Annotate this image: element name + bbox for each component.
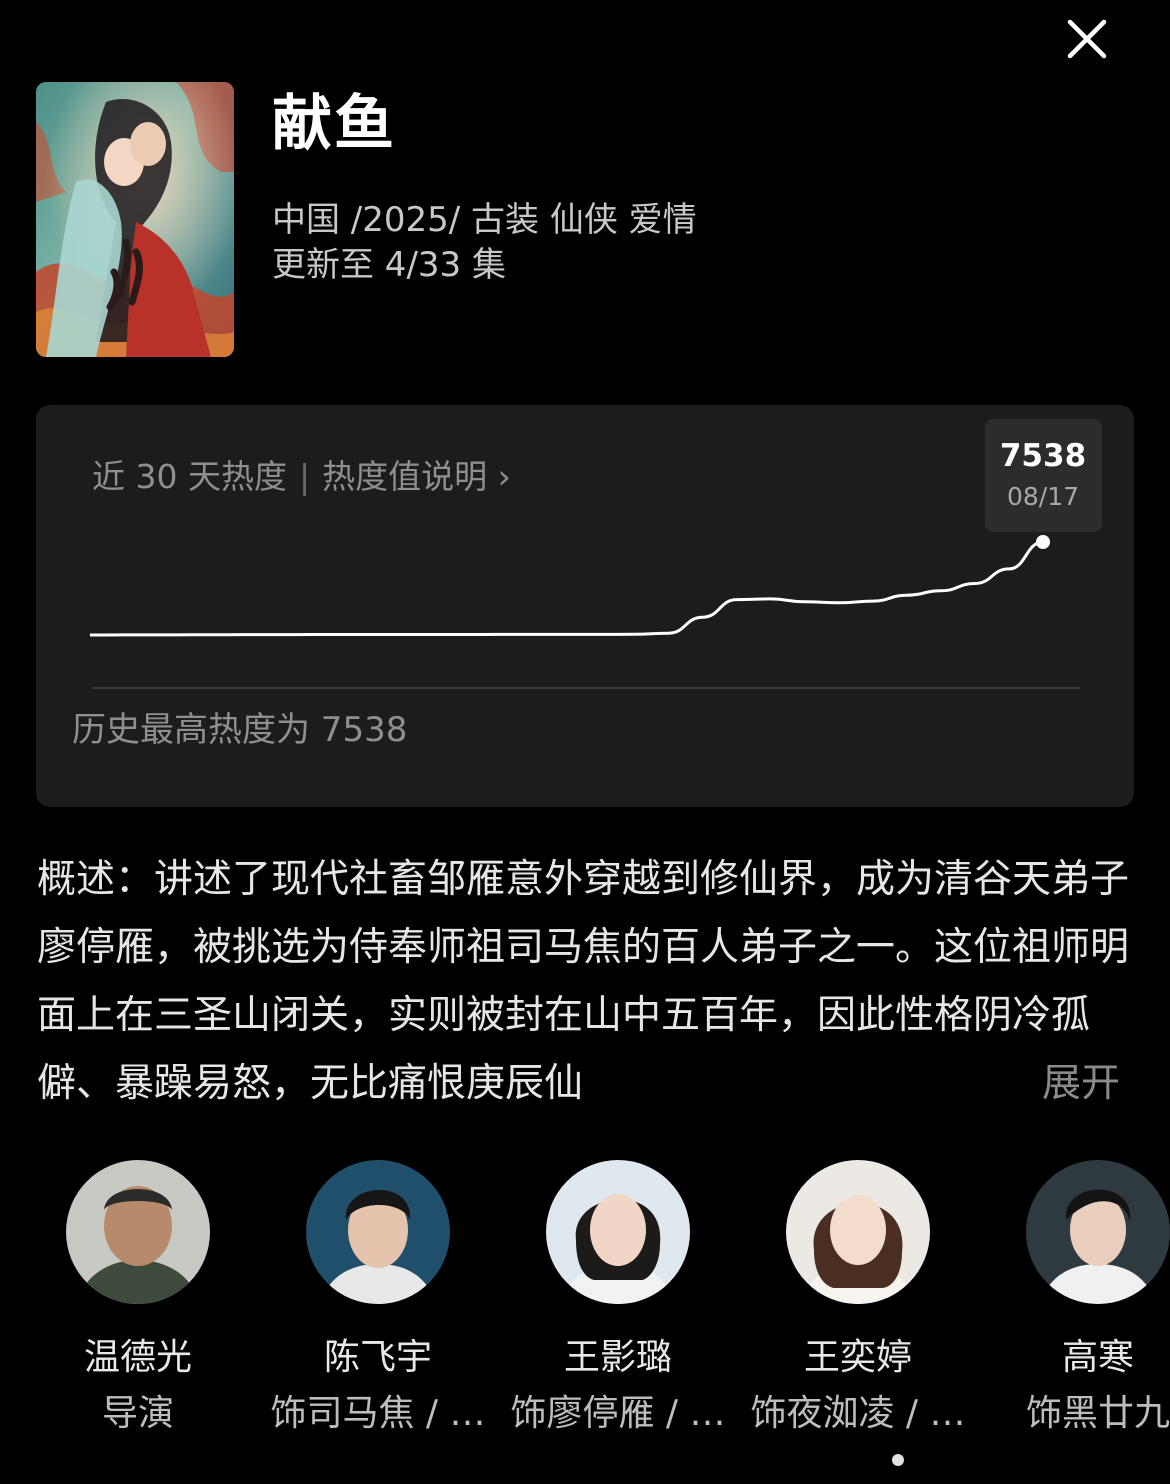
cast-member-director[interactable]: 温德光 导演 bbox=[18, 1160, 258, 1436]
avatar bbox=[546, 1160, 690, 1304]
heat-trend-card: 7538 08/17 近 30 天热度 | 热度值说明 › 历史最高热度为 7538 bbox=[36, 405, 1134, 807]
episode-progress: 更新至 4/33 集 bbox=[272, 245, 506, 285]
cast-member-5[interactable]: 高寒 饰黑廿九 bbox=[978, 1160, 1170, 1436]
cast-member-2[interactable]: 陈飞宇 饰司马焦 / … bbox=[258, 1160, 498, 1436]
cast-name: 王奕婷 bbox=[803, 1337, 912, 1378]
cast-list: 温德光 导演 陈飞宇 饰司马焦 / … 王影璐 饰廖停雁 / … 王奕婷 饰夜洳… bbox=[0, 1160, 1170, 1460]
cast-role: 饰夜洳凌 / … bbox=[750, 1393, 966, 1434]
cast-name: 王影璐 bbox=[563, 1337, 672, 1378]
cast-name: 温德光 bbox=[83, 1337, 192, 1378]
close-icon[interactable] bbox=[1058, 14, 1114, 70]
avatar bbox=[306, 1160, 450, 1304]
peak-point[interactable] bbox=[1036, 535, 1050, 549]
poster-image bbox=[36, 82, 234, 357]
cast-role: 导演 bbox=[101, 1393, 174, 1434]
page-indicator-dot bbox=[892, 1454, 904, 1466]
heat-header: 近 30 天热度 | 热度值说明 › bbox=[92, 457, 511, 497]
heat-info-link[interactable]: 热度值说明 › bbox=[322, 457, 511, 496]
header-separator: | bbox=[298, 457, 311, 496]
show-title: 献鱼 bbox=[272, 89, 396, 159]
avatar bbox=[66, 1160, 210, 1304]
cast-member-4[interactable]: 王奕婷 饰夜洳凌 / … bbox=[738, 1160, 978, 1436]
show-info-line: 中国 /2025/ 古装 仙侠 爱情 bbox=[272, 200, 697, 240]
cast-role: 饰司马焦 / … bbox=[270, 1393, 486, 1434]
avatar bbox=[1026, 1160, 1170, 1304]
heat-period-label: 近 30 天热度 bbox=[92, 457, 287, 496]
cast-name: 高寒 bbox=[1061, 1337, 1134, 1378]
cast-role: 饰廖停雁 / … bbox=[510, 1393, 726, 1434]
avatar bbox=[786, 1160, 930, 1304]
history-peak-note: 历史最高热度为 7538 bbox=[72, 710, 408, 750]
peak-tooltip bbox=[985, 419, 1102, 532]
peak-date: 08/17 bbox=[1007, 482, 1079, 511]
show-detail-page: 献鱼 中国 /2025/ 古装 仙侠 爱情 更新至 4/33 集 7538 08… bbox=[0, 0, 1170, 1484]
cast-name: 陈飞宇 bbox=[323, 1337, 432, 1378]
show-meta: 中国 /2025/ 古装 仙侠 爱情 更新至 4/33 集 bbox=[272, 198, 697, 288]
cast-member-3[interactable]: 王影璐 饰廖停雁 / … bbox=[498, 1160, 738, 1436]
expand-synopsis-button[interactable]: 展开 bbox=[1042, 1050, 1121, 1118]
peak-value: 7538 bbox=[1000, 438, 1086, 474]
synopsis-text: 概述：讲述了现代社畜邹雁意外穿越到修仙界，成为清谷天弟子廖停雁，被挑选为侍奉师祖… bbox=[37, 857, 1130, 1106]
show-poster[interactable] bbox=[36, 82, 234, 357]
heat-series-line bbox=[89, 540, 1044, 637]
cast-role: 饰黑廿九 bbox=[1025, 1393, 1170, 1434]
